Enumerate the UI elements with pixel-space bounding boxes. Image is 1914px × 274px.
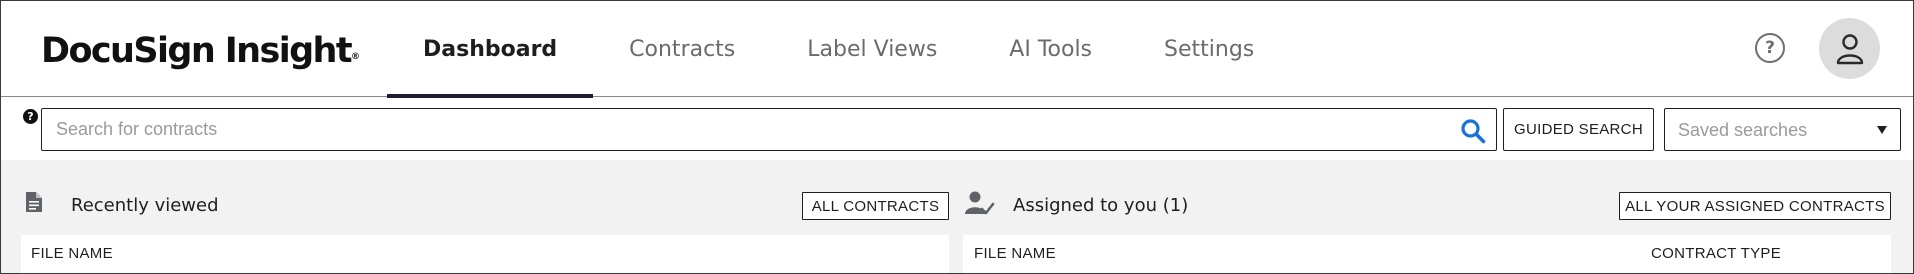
- caret-down-icon: [1877, 126, 1887, 134]
- top-header: DocuSign Insight® Dashboard Contracts La…: [1, 1, 1913, 98]
- logo-text: DocuSign Insight: [41, 31, 353, 71]
- tab-ai-tools-label: AI Tools: [1009, 36, 1093, 62]
- user-icon: [1836, 33, 1863, 64]
- tab-ai-tools[interactable]: AI Tools: [973, 1, 1128, 97]
- all-contracts-label: ALL CONTRACTS: [811, 197, 940, 215]
- recently-viewed-table: FILE NAME: [21, 235, 949, 273]
- tab-settings-label: Settings: [1164, 36, 1255, 62]
- search-input[interactable]: [42, 109, 1442, 150]
- all-assigned-contracts-label: ALL YOUR ASSIGNED CONTRACTS: [1625, 197, 1885, 215]
- assigned-title: Assigned to you (1): [1013, 195, 1189, 216]
- trademark-mark: ®: [351, 52, 360, 62]
- app-window: DocuSign Insight® Dashboard Contracts La…: [0, 0, 1914, 274]
- tab-label-views-label: Label Views: [807, 36, 938, 62]
- document-icon: [26, 192, 42, 212]
- help-icon[interactable]: ?: [1755, 33, 1785, 63]
- search-help-icon[interactable]: ?: [23, 109, 38, 124]
- app-logo[interactable]: DocuSign Insight®: [41, 31, 360, 71]
- column-header-contract-type[interactable]: CONTRACT TYPE: [1651, 245, 1781, 262]
- search-box: [41, 108, 1497, 151]
- tab-settings[interactable]: Settings: [1128, 1, 1290, 97]
- tab-label-views[interactable]: Label Views: [771, 1, 973, 97]
- guided-search-label: GUIDED SEARCH: [1514, 121, 1643, 138]
- tab-contracts[interactable]: Contracts: [593, 1, 771, 97]
- tab-dashboard-label: Dashboard: [423, 36, 558, 62]
- all-assigned-contracts-button[interactable]: ALL YOUR ASSIGNED CONTRACTS: [1619, 192, 1891, 220]
- all-contracts-button[interactable]: ALL CONTRACTS: [802, 192, 949, 220]
- tab-dashboard[interactable]: Dashboard: [387, 1, 594, 98]
- guided-search-button[interactable]: GUIDED SEARCH: [1503, 108, 1654, 151]
- assigned-table: FILE NAME CONTRACT TYPE: [963, 235, 1891, 273]
- saved-searches-dropdown[interactable]: Saved searches: [1664, 108, 1901, 151]
- search-bar-row: ? GUIDED SEARCH Saved searches: [1, 98, 1913, 160]
- user-avatar-button[interactable]: [1819, 18, 1880, 79]
- user-check-icon: [965, 191, 995, 215]
- search-icon[interactable]: [1460, 118, 1486, 144]
- dashboard-content: Recently viewed ALL CONTRACTS FILE NAME …: [1, 160, 1913, 273]
- main-nav: Dashboard Contracts Label Views AI Tools…: [387, 1, 1290, 98]
- column-header-file-name[interactable]: FILE NAME: [974, 245, 1056, 262]
- tab-contracts-label: Contracts: [629, 36, 736, 62]
- saved-searches-placeholder: Saved searches: [1678, 120, 1808, 140]
- column-header-file-name[interactable]: FILE NAME: [31, 245, 113, 262]
- recently-viewed-title: Recently viewed: [71, 195, 219, 216]
